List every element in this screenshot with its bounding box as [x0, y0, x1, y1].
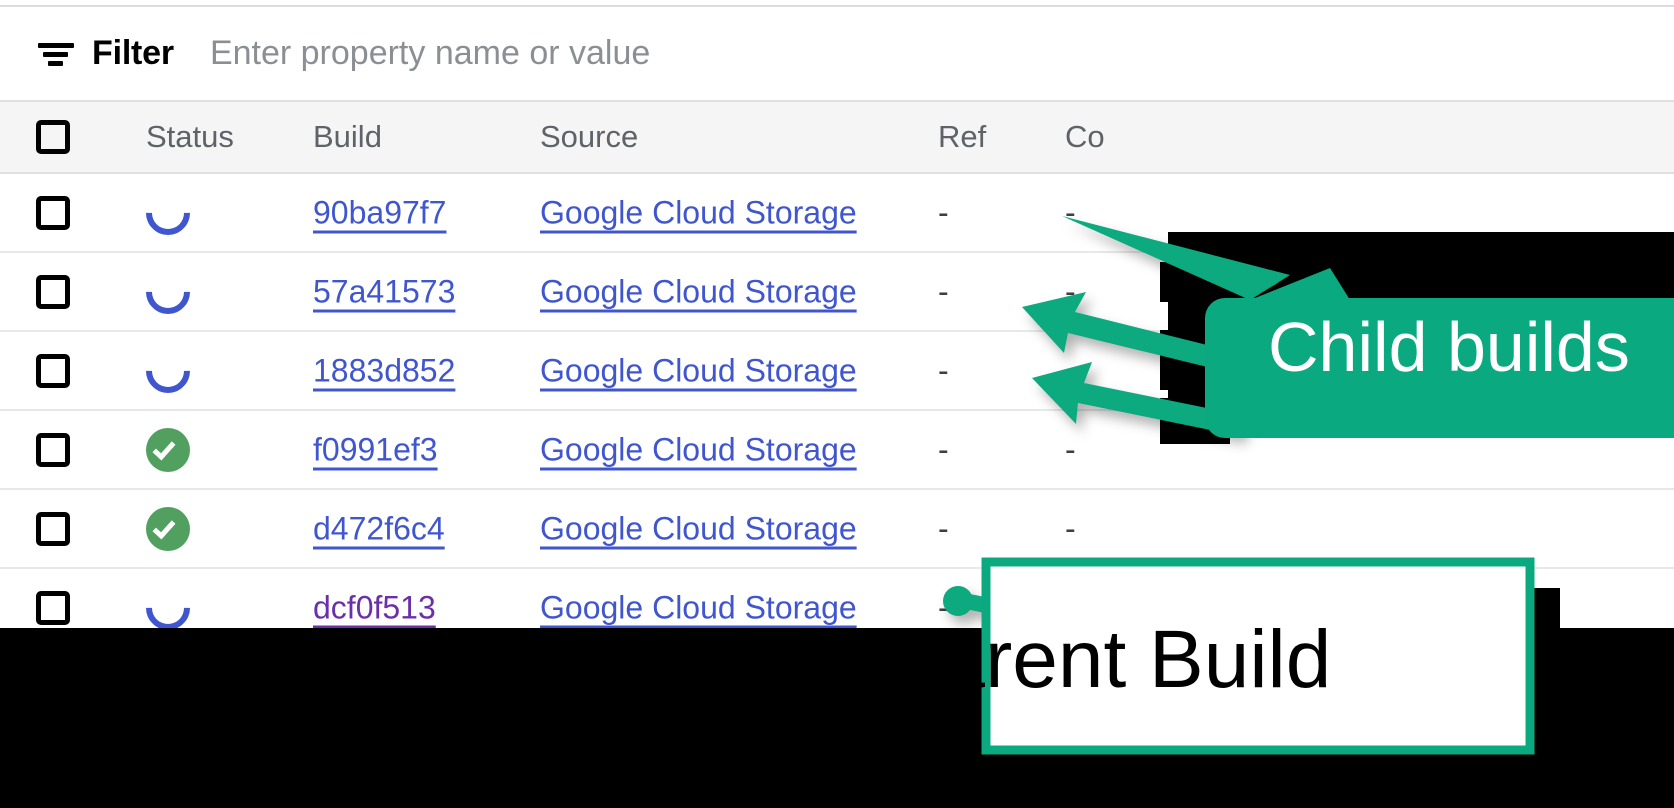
black-backdrop	[0, 628, 1674, 808]
row-checkbox[interactable]	[36, 511, 70, 546]
source-link[interactable]: Google Cloud Storage	[540, 273, 857, 310]
table-row[interactable]: 90ba97f7 Google Cloud Storage - -	[0, 174, 1674, 253]
select-all-checkbox[interactable]	[36, 120, 70, 154]
row-checkbox[interactable]	[36, 274, 70, 309]
filter-icon[interactable]	[38, 37, 78, 71]
status-spinner-icon	[136, 576, 200, 639]
ref-value: -	[938, 431, 949, 467]
column-header-build[interactable]: Build	[313, 119, 382, 155]
build-link[interactable]: 1883d852	[313, 352, 455, 389]
filter-label: Filter	[92, 34, 174, 72]
build-link[interactable]: d472f6c4	[313, 510, 445, 547]
status-spinner-icon	[136, 260, 200, 323]
commit-value: -	[1065, 194, 1076, 230]
build-link[interactable]: 90ba97f7	[313, 194, 446, 231]
column-header-source[interactable]: Source	[540, 119, 638, 155]
row-checkbox[interactable]	[36, 432, 70, 467]
source-link[interactable]: Google Cloud Storage	[540, 510, 857, 547]
build-link[interactable]: 57a41573	[313, 273, 455, 310]
ref-value: -	[938, 510, 949, 546]
table-row[interactable]: d472f6c4 Google Cloud Storage - -	[0, 490, 1674, 569]
table-row[interactable]: 57a41573 Google Cloud Storage - -	[0, 253, 1674, 332]
status-spinner-icon	[136, 339, 200, 402]
source-link[interactable]: Google Cloud Storage	[540, 589, 857, 626]
source-link[interactable]: Google Cloud Storage	[540, 352, 857, 389]
commit-value: -	[1065, 352, 1076, 388]
table-row[interactable]: 1883d852 Google Cloud Storage - -	[0, 332, 1674, 411]
builds-table: Status Build Source Ref Co 90ba97f7 Goog…	[0, 100, 1674, 648]
ref-value: -	[938, 273, 949, 309]
status-spinner-icon	[136, 181, 200, 244]
column-header-status[interactable]: Status	[146, 119, 234, 155]
table-header-row: Status Build Source Ref Co	[0, 100, 1674, 254]
build-link[interactable]: dcf0f513	[313, 589, 436, 626]
ref-value: -	[938, 589, 949, 625]
column-header-commit[interactable]: Co	[1065, 119, 1105, 155]
column-header-ref[interactable]: Ref	[938, 119, 986, 155]
filter-bar: Filter Enter property name or value	[0, 7, 1674, 100]
row-checkbox[interactable]	[36, 353, 70, 388]
row-checkbox[interactable]	[36, 590, 70, 625]
table-row[interactable]: f0991ef3 Google Cloud Storage - -	[0, 411, 1674, 490]
status-success-icon	[146, 427, 190, 472]
row-checkbox[interactable]	[36, 195, 70, 230]
status-success-icon	[146, 506, 190, 551]
build-link[interactable]: f0991ef3	[313, 431, 438, 468]
filter-input[interactable]: Enter property name or value	[210, 34, 650, 73]
app-screen: Filter Enter property name or value Stat…	[0, 0, 1674, 808]
ref-value: -	[938, 194, 949, 230]
source-link[interactable]: Google Cloud Storage	[540, 431, 857, 468]
commit-value: -	[1065, 431, 1076, 467]
commit-value: -	[1065, 510, 1076, 546]
source-link[interactable]: Google Cloud Storage	[540, 194, 857, 231]
commit-value: -	[1065, 273, 1076, 309]
ref-value: -	[938, 352, 949, 388]
